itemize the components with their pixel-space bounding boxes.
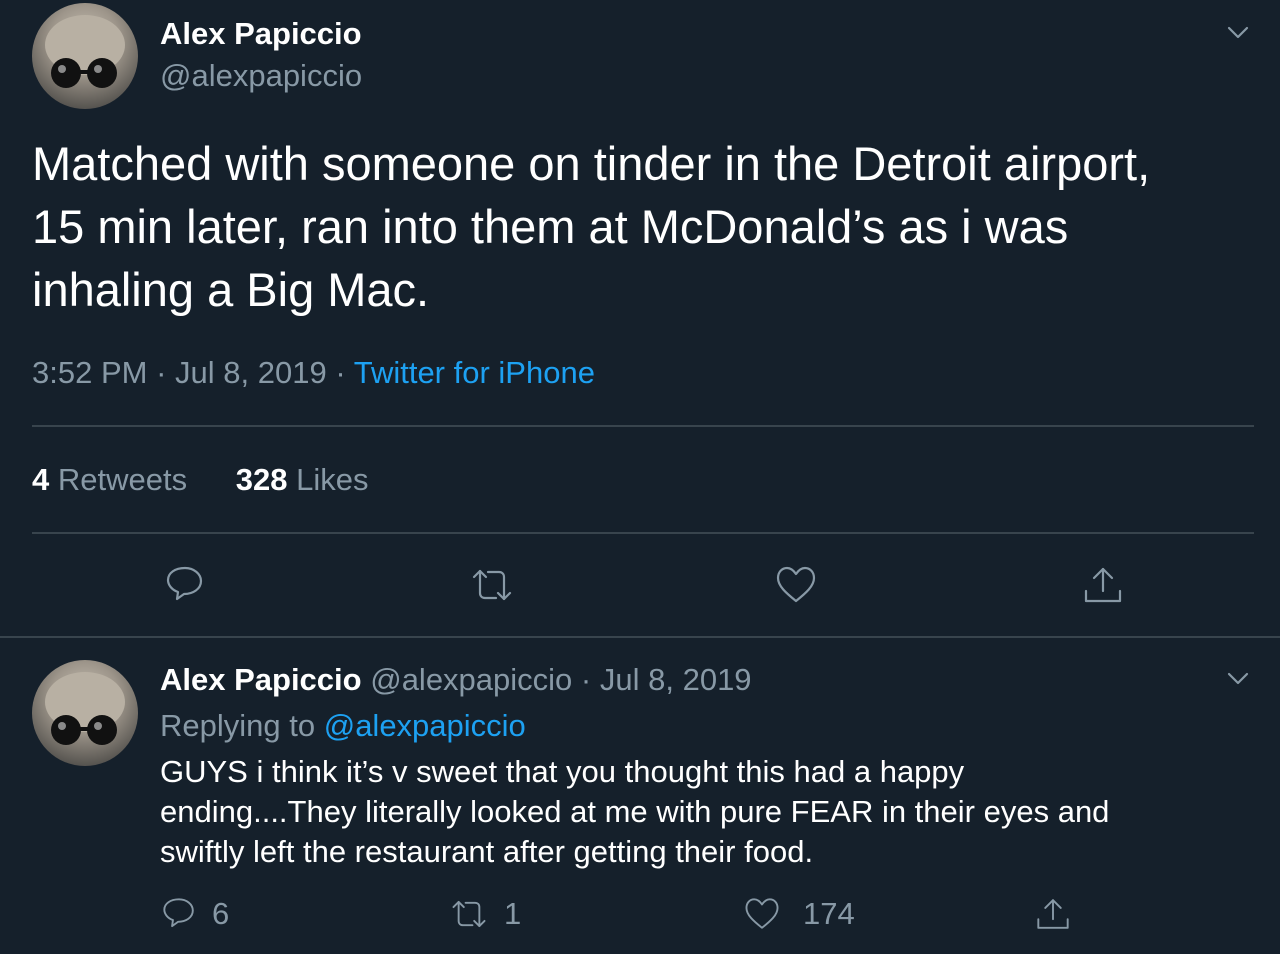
- retweet-action[interactable]: 1: [448, 893, 521, 935]
- divider: [32, 532, 1254, 534]
- likes-stat[interactable]: 328 Likes: [236, 462, 369, 497]
- tweet-source-link[interactable]: Twitter for iPhone: [354, 355, 595, 390]
- tweet-meta: 3:52 PM · Jul 8, 2019 · Twitter for iPho…: [32, 355, 595, 391]
- meta-separator: ·: [580, 662, 592, 697]
- reply-count: 6: [212, 896, 230, 931]
- tweet-date[interactable]: Jul 8, 2019: [600, 662, 752, 697]
- replying-to-label: Replying to: [160, 708, 316, 743]
- retweet-button[interactable]: [465, 558, 519, 612]
- retweets-stat[interactable]: 4 Retweets: [32, 462, 196, 497]
- divider: [0, 636, 1280, 638]
- retweet-count: 1: [504, 896, 522, 931]
- reply-action[interactable]: 6: [160, 893, 229, 935]
- meta-separator: ·: [156, 355, 167, 390]
- chevron-down-icon[interactable]: [1222, 16, 1254, 48]
- tweet-text: Matched with someone on tinder in the De…: [32, 132, 1150, 321]
- reply-icon: [160, 895, 198, 933]
- share-icon: [1037, 899, 1069, 929]
- chevron-down-icon[interactable]: [1222, 662, 1254, 694]
- avatar[interactable]: [32, 660, 138, 766]
- replying-to: Replying to @alexpapiccio: [160, 708, 526, 744]
- likes-label: Likes: [296, 462, 369, 497]
- author-handle[interactable]: @alexpapiccio: [370, 662, 572, 697]
- like-action[interactable]: 174: [743, 893, 855, 935]
- retweets-label: Retweets: [57, 462, 188, 497]
- like-count: 174: [803, 896, 855, 931]
- like-icon: [776, 566, 816, 603]
- meta-separator: ·: [335, 355, 346, 390]
- reply-text: GUYS i think it’s v sweet that you thoug…: [160, 752, 1109, 872]
- retweet-icon: [448, 895, 490, 933]
- avatar[interactable]: [32, 3, 138, 109]
- reply-icon: [166, 566, 203, 601]
- likes-count: 328: [235, 462, 288, 497]
- share-icon: [1084, 567, 1122, 603]
- tweet-text-line: Matched with someone on tinder in the De…: [32, 137, 1151, 190]
- share-button[interactable]: [1076, 558, 1130, 612]
- divider: [32, 425, 1254, 427]
- reply-header: Alex Papiccio @alexpapiccio · Jul 8, 201…: [160, 662, 752, 698]
- reply-text-line: ending....They literally looked at me wi…: [160, 794, 1110, 829]
- replying-to-handle[interactable]: @alexpapiccio: [324, 708, 526, 743]
- share-button[interactable]: [1032, 893, 1074, 935]
- tweet-time[interactable]: 3:52 PM: [32, 355, 147, 390]
- like-button[interactable]: [769, 558, 823, 612]
- like-icon: [743, 895, 781, 933]
- tweet-date[interactable]: Jul 8, 2019: [175, 355, 327, 390]
- author-name[interactable]: Alex Papiccio: [160, 662, 362, 697]
- engagement-stats: 4 Retweets 328 Likes: [32, 462, 368, 498]
- reply-text-line: GUYS i think it’s v sweet that you thoug…: [160, 754, 965, 789]
- retweets-count: 4: [32, 462, 50, 497]
- author-name[interactable]: Alex Papiccio: [160, 16, 362, 52]
- reply-button[interactable]: [158, 558, 212, 612]
- tweet-text-line: 15 min later, ran into them at McDonald’…: [32, 200, 1069, 253]
- author-handle[interactable]: @alexpapiccio: [160, 58, 362, 94]
- tweet-text-line: inhaling a Big Mac.: [32, 263, 430, 316]
- retweet-icon: [472, 569, 512, 601]
- reply-text-line: swiftly left the restaurant after gettin…: [160, 834, 814, 869]
